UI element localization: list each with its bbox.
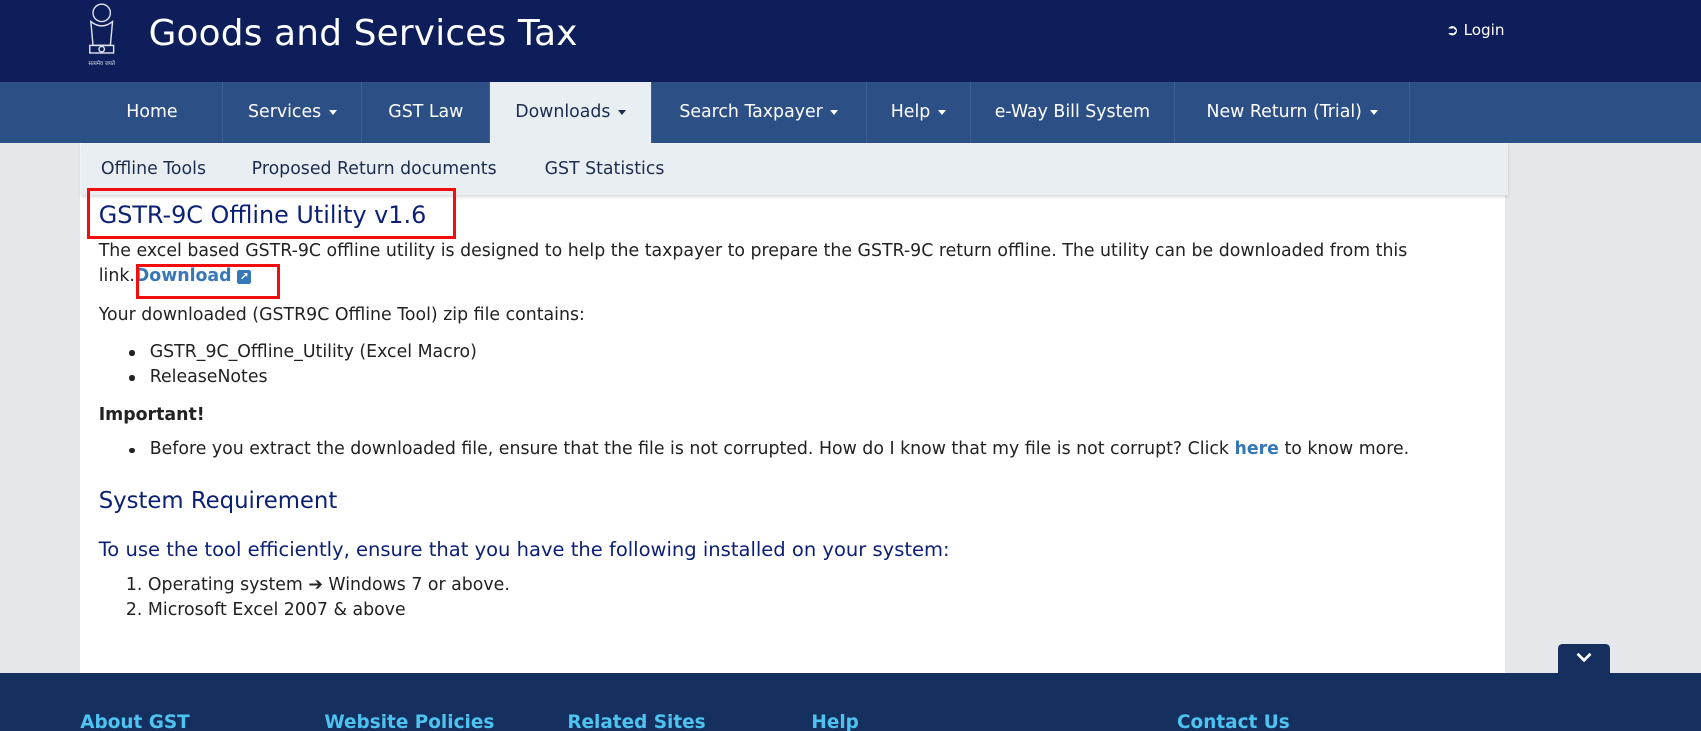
arrow-right-icon: ➔ xyxy=(308,574,323,595)
bullet-icon xyxy=(129,375,135,381)
submenu-proposed-return-documents[interactable]: Proposed Return documents xyxy=(252,159,497,179)
sysreq-intro: To use the tool efficiently, ensure that… xyxy=(98,538,950,562)
footer-contact-us: Contact Us xyxy=(1177,711,1290,731)
nav-help[interactable]: Help xyxy=(867,82,971,144)
nav-services[interactable]: Services xyxy=(223,82,363,144)
zip-item: ReleaseNotes xyxy=(149,366,268,387)
footer-about-gst: About GST xyxy=(80,711,190,731)
sysreq-title: System Requirement xyxy=(98,488,338,515)
zip-intro: Your downloaded (GSTR9C Offline Tool) zi… xyxy=(98,304,585,325)
login-icon: ➲ xyxy=(1446,20,1459,39)
login-link[interactable]: ➲ Login xyxy=(1446,21,1504,39)
submenu-offline-tools[interactable]: Offline Tools xyxy=(101,159,206,179)
sysreq-item: 2. Microsoft Excel 2007 & above xyxy=(125,599,406,620)
intro-text: The excel based GSTR-9C offline utility … xyxy=(98,240,1408,261)
footer-website-policies: Website Policies xyxy=(324,711,495,731)
svg-text:सत्यमेव जयते: सत्यमेव जयते xyxy=(89,60,116,67)
login-label: Login xyxy=(1463,20,1505,39)
caret-down-icon xyxy=(1369,109,1378,115)
caret-down-icon xyxy=(830,109,839,115)
site-header: सत्यमेव जयते Goods and Services Tax ➲ Lo… xyxy=(0,0,1701,83)
nav-search-taxpayer[interactable]: Search Taxpayer xyxy=(652,82,867,144)
national-emblem-icon: सत्यमेव जयते xyxy=(89,3,116,67)
highlight-box-download xyxy=(135,263,280,300)
footer-related-sites: Related Sites xyxy=(567,711,706,731)
chevron-down-icon xyxy=(1576,653,1592,663)
nav-new-return[interactable]: New Return (Trial) xyxy=(1175,82,1411,144)
caret-down-icon xyxy=(618,109,627,115)
here-link[interactable]: here xyxy=(1235,439,1279,459)
nav-downloads[interactable]: Downloads xyxy=(490,82,652,144)
submenu-gst-statistics[interactable]: GST Statistics xyxy=(545,159,665,179)
site-footer: About GST Website Policies Related Sites… xyxy=(0,672,1701,731)
nav-eway-bill[interactable]: e-Way Bill System xyxy=(971,82,1175,144)
important-label: Important! xyxy=(98,404,205,425)
site-title[interactable]: Goods and Services Tax xyxy=(149,13,578,54)
highlight-box-title xyxy=(86,187,456,239)
scroll-down-button[interactable] xyxy=(1557,644,1610,673)
bullet-icon xyxy=(129,448,135,454)
bullet-icon xyxy=(129,350,135,356)
zip-item: GSTR_9C_Offline_Utility (Excel Macro) xyxy=(149,341,477,362)
important-text: Before you extract the downloaded file, … xyxy=(149,439,1410,460)
footer-help: Help xyxy=(811,711,859,731)
caret-down-icon xyxy=(328,109,337,115)
main-nav: Home Services GST Law Downloads Search T… xyxy=(0,82,1701,144)
nav-gst-law[interactable]: GST Law xyxy=(362,82,491,144)
caret-down-icon xyxy=(937,109,946,115)
nav-home[interactable]: Home xyxy=(81,82,224,144)
sysreq-item: 1. Operating system ➔ Windows 7 or above… xyxy=(125,574,510,595)
